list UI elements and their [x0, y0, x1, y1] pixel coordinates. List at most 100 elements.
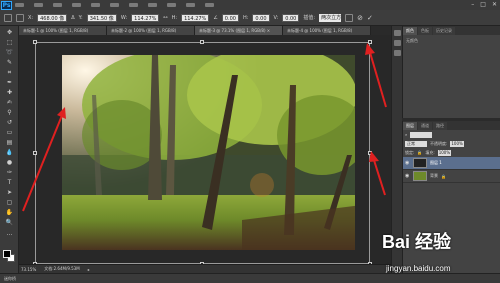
interpolation-select[interactable]: 两次立方 [319, 13, 341, 22]
layer-filter-row: ⌕ [403, 130, 500, 139]
marquee-tool-icon[interactable]: ⬚ [4, 39, 15, 46]
menu-type[interactable] [91, 3, 100, 7]
color-panel-tabs: 颜色 色板 历史记录 [403, 26, 500, 35]
tab-layers[interactable]: 图层 [403, 122, 417, 130]
layer-row-1[interactable]: ◉ 图层 1 [403, 157, 500, 170]
history-panel-icon[interactable] [394, 30, 401, 36]
status-menu-icon[interactable]: ▸ [88, 267, 90, 272]
tab-document-1[interactable]: 未标题-1 @ 100% (图层 1, RGB/8) [19, 26, 107, 35]
layers-panel-tabs: 图层 通道 路径 [403, 121, 500, 130]
red-arrow-right [369, 151, 386, 196]
transform-handle-top-left[interactable] [33, 40, 37, 44]
canvas-area[interactable] [19, 35, 391, 273]
close-button[interactable]: ✕ [492, 1, 497, 8]
more-tools-icon[interactable]: … [4, 230, 15, 237]
menu-window[interactable] [186, 3, 195, 7]
filter-kind-select[interactable] [410, 131, 433, 138]
eye-icon[interactable]: ◉ [405, 173, 410, 179]
menu-3d[interactable] [148, 3, 157, 7]
color-panel-body: 无颜色 [406, 38, 418, 43]
eraser-tool-icon[interactable]: ▭ [4, 129, 15, 136]
reference-point-icon[interactable] [16, 13, 24, 22]
tab-swatches[interactable]: 色板 [418, 27, 432, 35]
quick-select-tool-icon[interactable]: ✎ [4, 59, 15, 66]
watermark-logo: Bai 经验 [382, 232, 452, 252]
menu-select[interactable] [110, 3, 119, 7]
menu-image[interactable] [53, 3, 62, 7]
lock-row: 锁定: 🔒 填充: 100% [403, 148, 500, 157]
layer-row-background[interactable]: ◉ 背景 🔒 [403, 170, 500, 183]
menu-layer[interactable] [72, 3, 81, 7]
zoom-level[interactable]: 73.15% [21, 267, 36, 272]
v-skew-field[interactable]: 0.00 [282, 13, 300, 22]
h-label: H: [171, 14, 178, 21]
blend-row: 正常 不透明度: 100% [403, 139, 500, 148]
zoom-tool-icon[interactable]: 🔍 [4, 219, 15, 226]
menu-filter[interactable] [129, 3, 138, 7]
link-icon[interactable]: ⚯ [163, 15, 167, 21]
dodge-tool-icon[interactable]: ● [4, 159, 15, 166]
tab-paths[interactable]: 路径 [433, 122, 447, 130]
brush-tool-icon[interactable]: ✍ [4, 99, 15, 106]
fill-field[interactable]: 100% [437, 149, 452, 156]
warp-icon[interactable] [345, 13, 354, 22]
commit-transform-icon[interactable]: ✓ [367, 14, 373, 22]
tab-color[interactable]: 颜色 [403, 27, 417, 35]
healing-tool-icon[interactable]: ✚ [4, 89, 15, 96]
v-skew-label: V: [273, 14, 279, 21]
menu-help[interactable] [205, 3, 214, 7]
hand-tool-icon[interactable]: ✋ [4, 209, 15, 216]
maximize-button[interactable]: □ [480, 1, 486, 8]
history-brush-tool-icon[interactable]: ↺ [4, 119, 15, 126]
opacity-field[interactable]: 100% [450, 140, 464, 147]
lock-label: 锁定: [405, 149, 415, 155]
tab-channels[interactable]: 通道 [418, 122, 432, 130]
filter-kind-icon[interactable]: ⌕ [405, 132, 407, 137]
baidu-jingyan-watermark: Bai 经验 jingyan.baidu.com [382, 228, 500, 280]
tab-document-4[interactable]: 未标题-4 @ 100% (图层 1, RGB/8) [283, 26, 371, 35]
tab-document-3[interactable]: 未标题-3 @ 73.1% (图层 1, RGB/8) × [195, 26, 283, 35]
gradient-tool-icon[interactable]: ▤ [4, 139, 15, 146]
layer-thumbnail [413, 171, 427, 181]
blend-mode-select[interactable]: 正常 [405, 140, 427, 147]
mini-bridge-tab[interactable]: 迷你桥 [4, 276, 16, 282]
menu-file[interactable] [15, 3, 24, 7]
width-field[interactable]: 114.27% [131, 13, 160, 22]
angle-field[interactable]: 0.00 [221, 13, 239, 22]
rotate-icon: ∠ [213, 14, 218, 21]
cancel-transform-icon[interactable]: ⊘ [357, 14, 363, 22]
menu-edit[interactable] [34, 3, 43, 7]
y-field[interactable]: 341.50 像 [86, 13, 117, 22]
blur-tool-icon[interactable]: 💧 [4, 149, 15, 156]
adjustments-panel-icon[interactable] [394, 50, 401, 56]
move-tool-icon[interactable]: ✥ [4, 29, 15, 36]
pen-tool-icon[interactable]: ✑ [4, 169, 15, 176]
layer-name[interactable]: 图层 1 [430, 160, 442, 166]
y-label: Y: [78, 14, 83, 21]
foreground-color-swatch[interactable] [3, 250, 11, 258]
transform-handle-top[interactable] [200, 40, 204, 44]
path-select-tool-icon[interactable]: ➤ [4, 189, 15, 196]
minimize-button[interactable]: – [471, 1, 474, 8]
crop-tool-icon[interactable]: ⌗ [4, 69, 15, 76]
w-label: W: [120, 14, 128, 21]
color-panel: 颜色 色板 历史记录 无颜色 [402, 26, 500, 118]
type-tool-icon[interactable]: T [4, 179, 15, 186]
red-arrow-left [22, 107, 66, 212]
h-skew-field[interactable]: 0.00 [252, 13, 270, 22]
tab-history[interactable]: 历史记录 [433, 27, 455, 35]
eyedropper-tool-icon[interactable]: ✒ [4, 79, 15, 86]
lock-icon[interactable]: 🔒 [417, 150, 422, 155]
x-field[interactable]: 468.00 像 [37, 13, 68, 22]
properties-panel-icon[interactable] [394, 40, 401, 46]
stamp-tool-icon[interactable]: ⚲ [4, 109, 15, 116]
layer-name[interactable]: 背景 [430, 173, 438, 179]
shape-tool-icon[interactable]: ▢ [4, 199, 15, 206]
eye-icon[interactable]: ◉ [405, 160, 410, 166]
h-skew-label: H: [242, 14, 249, 21]
menu-view[interactable] [167, 3, 176, 7]
tab-document-2[interactable]: 未标题-2 @ 100% (图层 1, RGB/8) [107, 26, 195, 35]
height-field[interactable]: 114.27% [181, 13, 210, 22]
lasso-tool-icon[interactable]: ➰ [4, 49, 15, 56]
transform-tool-icon[interactable] [4, 13, 12, 22]
